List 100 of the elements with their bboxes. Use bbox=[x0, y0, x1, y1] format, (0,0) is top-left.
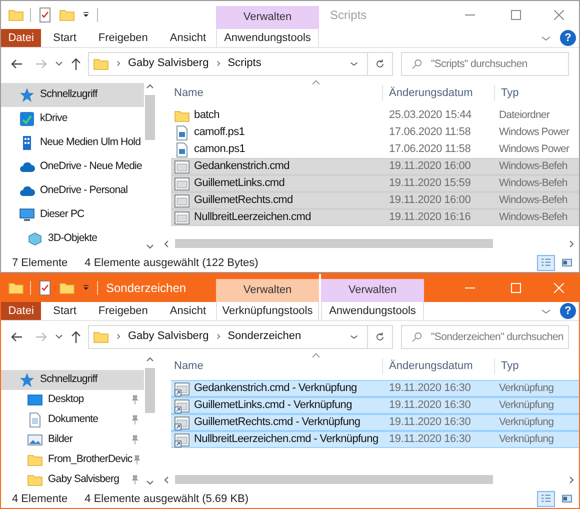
recent-dropdown-icon[interactable] bbox=[55, 332, 63, 340]
ribbon-tab[interactable]: Start bbox=[43, 29, 86, 47]
details-view-button[interactable] bbox=[537, 255, 555, 271]
file-row[interactable]: GuillemetLinks.cmd 19.11.2020 15:59 Windows-Befeh bbox=[171, 175, 579, 192]
close-icon bbox=[554, 10, 564, 20]
column-header[interactable]: Name bbox=[171, 85, 383, 101]
file-row[interactable]: GuillemetRechts.cmd - Verknüpfung 19.11.2020 16:30 Verknüpfung bbox=[171, 414, 579, 431]
sidebar-item[interactable]: OneDrive - Neue Medie bbox=[1, 155, 144, 179]
file-row[interactable]: camoff.ps1 17.06.2020 11:58 Windows Power bbox=[171, 124, 579, 141]
scrollbar-thumb[interactable] bbox=[175, 475, 493, 484]
file-name: GuillemetRechts.cmd bbox=[194, 193, 293, 208]
sidebar-item[interactable]: Schnellzugriff bbox=[1, 370, 144, 390]
column-header[interactable]: Änderungsdatum bbox=[383, 85, 495, 101]
ribbon-tab[interactable]: Verknüpfungstools bbox=[216, 302, 319, 320]
sidebar-item[interactable]: From_BrotherDevic bbox=[1, 450, 144, 470]
sidebar-item[interactable]: Gaby Salvisberg bbox=[1, 470, 144, 490]
sidebar-item[interactable]: OneDrive - Personal bbox=[1, 179, 144, 203]
selection-info: 4 Elemente ausgewählt (5.69 KB) bbox=[84, 492, 249, 507]
ribbon-tab[interactable]: Start bbox=[43, 302, 86, 320]
folder-icon[interactable] bbox=[59, 280, 75, 296]
sidebar-item[interactable]: 3D-Objekte bbox=[1, 227, 144, 251]
folder-icon[interactable] bbox=[8, 280, 24, 296]
help-button[interactable]: ? bbox=[560, 30, 576, 46]
ribbon-tab[interactable]: Anwendungstools bbox=[321, 302, 424, 320]
shortcut-file-icon bbox=[174, 414, 190, 430]
file-type: Windows-Befeh bbox=[498, 210, 568, 225]
sidebar-item[interactable]: Schnellzugriff bbox=[1, 83, 144, 107]
help-button[interactable]: ? bbox=[560, 303, 576, 319]
refresh-icon bbox=[374, 330, 386, 342]
search-field[interactable]: "Sonderzeichen" durchsuchen bbox=[401, 324, 569, 348]
ribbon-tab[interactable]: Datei bbox=[1, 29, 42, 47]
ribbon-tab[interactable]: Freigeben bbox=[88, 302, 158, 320]
scroll-up-icon bbox=[146, 83, 154, 91]
sidebar-label: Desktop bbox=[48, 392, 84, 408]
file-name: GuillemetLinks.cmd - Verknüpfung bbox=[194, 398, 352, 414]
sort-caret-icon bbox=[311, 352, 321, 358]
sidebar-item[interactable]: Neue Medien Ulm Hold bbox=[1, 131, 144, 155]
column-header[interactable]: Änderungsdatum bbox=[383, 358, 495, 374]
file-date: 19.11.2020 16:00 bbox=[388, 159, 472, 174]
column-header[interactable]: Typ bbox=[495, 358, 579, 374]
sidebar-label: Neue Medien Ulm Hold bbox=[40, 135, 141, 150]
computer-icon bbox=[19, 207, 35, 223]
scrollbar-thumb[interactable] bbox=[145, 95, 155, 140]
file-row[interactable]: GuillemetLinks.cmd - Verknüpfung 19.11.2020 16:30 Verknüpfung bbox=[171, 397, 579, 414]
sidebar-item[interactable]: Desktop bbox=[1, 390, 144, 410]
file-type: Verknüpfung bbox=[498, 432, 555, 447]
item-count: 4 Elemente bbox=[12, 492, 68, 507]
breadcrumb[interactable]: Gaby Salvisberg bbox=[128, 55, 209, 72]
file-row[interactable]: camon.ps1 17.06.2020 11:58 Windows Power bbox=[171, 141, 579, 158]
sidebar-item[interactable]: kDrive bbox=[1, 107, 144, 131]
search-icon bbox=[411, 58, 423, 70]
file-row[interactable]: NullbreitLeerzeichen.cmd - Verknüpfung 19.11.2020 16:30 Verknüpfung bbox=[171, 431, 579, 448]
scrollbar-thumb[interactable] bbox=[175, 239, 493, 248]
file-date: 19.11.2020 15:59 bbox=[388, 176, 472, 192]
file-row[interactable]: Gedankenstrich.cmd - Verknüpfung 19.11.2020 16:30 Verknüpfung bbox=[171, 380, 579, 397]
sidebar-item[interactable]: Dieser PC bbox=[1, 203, 144, 227]
breadcrumb[interactable]: Scripts bbox=[228, 55, 262, 72]
breadcrumb[interactable]: Gaby Salvisberg bbox=[128, 328, 209, 345]
star-icon bbox=[19, 372, 35, 388]
column-header[interactable]: Typ bbox=[495, 85, 579, 101]
scroll-left-icon bbox=[163, 476, 171, 484]
file-date: 19.11.2020 16:30 bbox=[388, 381, 472, 396]
command-file-icon bbox=[174, 210, 190, 226]
picture-icon bbox=[27, 432, 43, 448]
item-count: 7 Elemente bbox=[12, 256, 68, 271]
shortcut-file-icon bbox=[174, 432, 190, 448]
details-view-button[interactable] bbox=[537, 491, 555, 507]
column-header[interactable]: Name bbox=[171, 358, 383, 374]
search-field[interactable]: "Scripts" durchsuchen bbox=[401, 52, 569, 76]
command-file-icon bbox=[174, 158, 190, 174]
folder-icon[interactable] bbox=[59, 7, 75, 23]
scrollbar-thumb[interactable] bbox=[145, 368, 155, 413]
ribbon-tab[interactable]: Ansicht bbox=[160, 302, 216, 320]
file-date: 17.06.2020 11:58 bbox=[388, 142, 472, 158]
script-file-icon bbox=[174, 142, 190, 158]
ribbon-tab[interactable]: Datei bbox=[1, 302, 42, 320]
ribbon-tab[interactable]: Anwendungstools bbox=[216, 29, 319, 47]
folder-icon[interactable] bbox=[8, 7, 24, 23]
checklist-icon[interactable] bbox=[37, 7, 53, 23]
file-name: NullbreitLeerzeichen.cmd bbox=[194, 210, 311, 226]
sidebar-item[interactable]: Dokumente bbox=[1, 410, 144, 430]
recent-dropdown-icon[interactable] bbox=[55, 60, 63, 68]
close-icon bbox=[554, 283, 564, 293]
checklist-icon[interactable] bbox=[37, 280, 53, 296]
command-file-icon bbox=[174, 192, 190, 208]
ribbon-tab[interactable]: Ansicht bbox=[160, 29, 216, 47]
sidebar-item[interactable]: Bilder bbox=[1, 430, 144, 450]
tiles-view-icon bbox=[561, 493, 573, 505]
file-row[interactable]: Gedankenstrich.cmd 19.11.2020 16:00 Windows-Befeh bbox=[171, 158, 579, 175]
scroll-down-icon bbox=[146, 478, 154, 486]
ribbon-tab[interactable]: Freigeben bbox=[88, 29, 158, 47]
sidebar-label: Dieser PC bbox=[40, 207, 84, 222]
file-row[interactable]: batch 25.03.2020 15:44 Dateiordner bbox=[171, 107, 579, 124]
file-row[interactable]: GuillemetRechts.cmd 19.11.2020 16:00 Windows-Befeh bbox=[171, 192, 579, 209]
file-name: camoff.ps1 bbox=[194, 125, 245, 140]
address-bar[interactable]: Gaby Salvisberg Sonderzeichen bbox=[88, 324, 393, 348]
address-bar[interactable]: Gaby Salvisberg Scripts bbox=[88, 52, 393, 76]
breadcrumb[interactable]: Sonderzeichen bbox=[228, 328, 302, 345]
selection-info: 4 Elemente ausgewählt (122 Bytes) bbox=[84, 256, 258, 271]
file-row[interactable]: NullbreitLeerzeichen.cmd 19.11.2020 16:16 Windows-Befeh bbox=[171, 209, 579, 226]
